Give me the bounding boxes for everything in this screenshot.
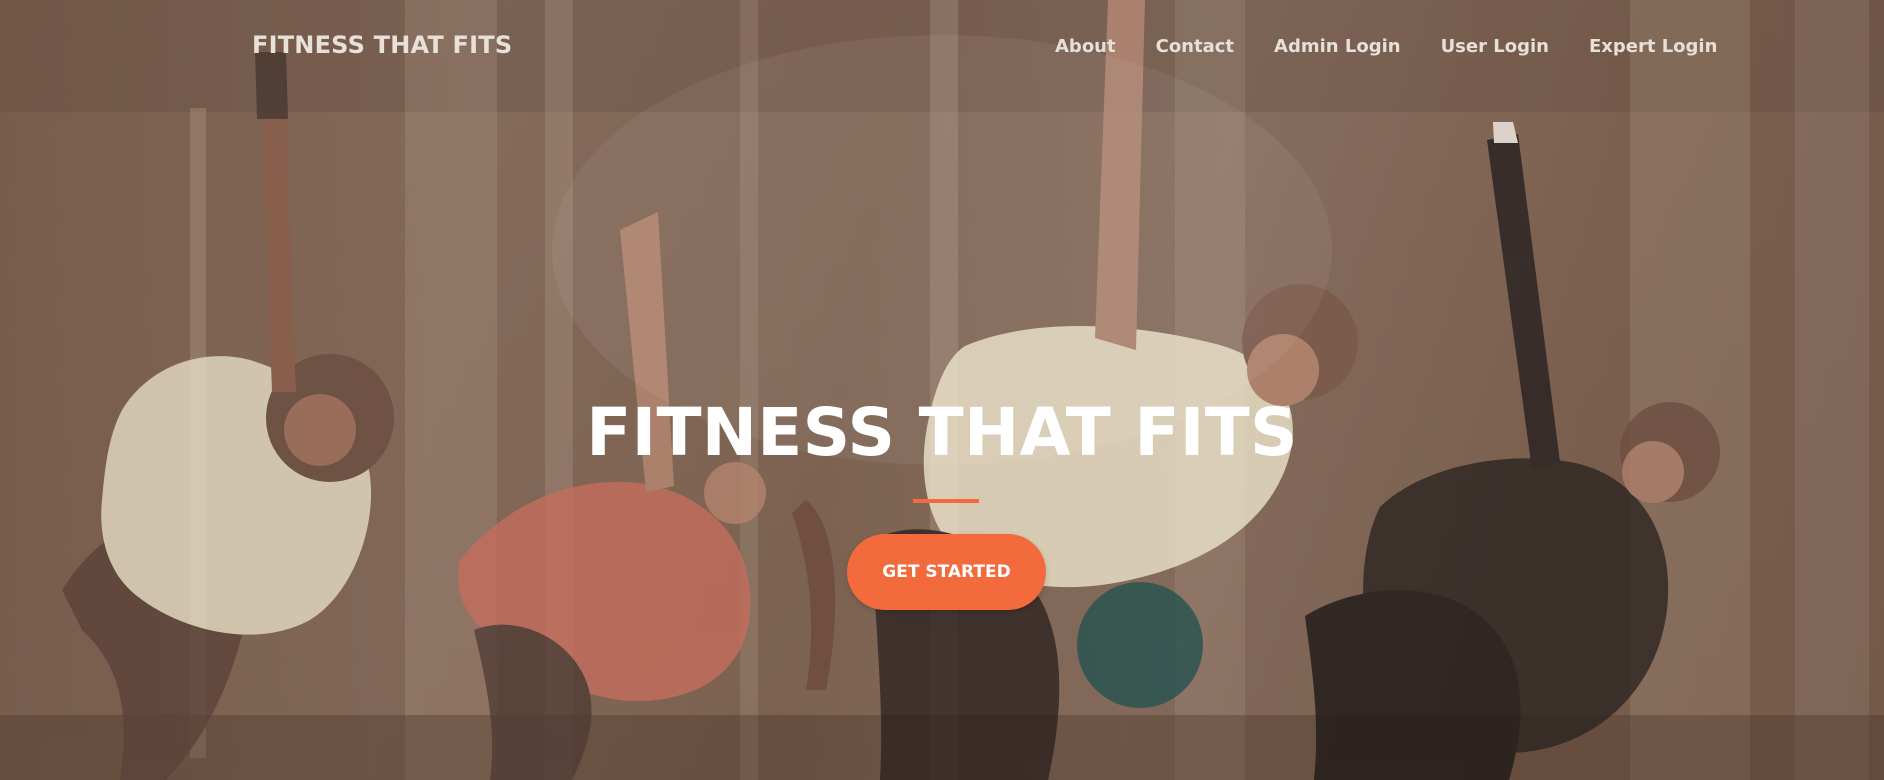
nav-link-user-login[interactable]: User Login bbox=[1441, 36, 1549, 57]
hero-section: FITNESS THAT FITS About Contact Admin Lo… bbox=[0, 0, 1884, 780]
hero-background-image bbox=[0, 0, 1884, 780]
hero-title: FITNESS THAT FITS bbox=[586, 394, 1298, 471]
brand-logo-link[interactable]: FITNESS THAT FITS bbox=[252, 31, 512, 59]
nav-link-expert-login[interactable]: Expert Login bbox=[1589, 36, 1717, 57]
nav-link-admin-login[interactable]: Admin Login bbox=[1274, 36, 1401, 57]
get-started-button[interactable]: GET STARTED bbox=[847, 534, 1046, 610]
nav-link-contact[interactable]: Contact bbox=[1156, 36, 1234, 57]
hero-divider bbox=[913, 499, 979, 503]
top-navbar: FITNESS THAT FITS About Contact Admin Lo… bbox=[0, 0, 1884, 96]
navigation-links: About Contact Admin Login User Login Exp… bbox=[1055, 36, 1717, 57]
nav-link-about[interactable]: About bbox=[1055, 36, 1116, 57]
